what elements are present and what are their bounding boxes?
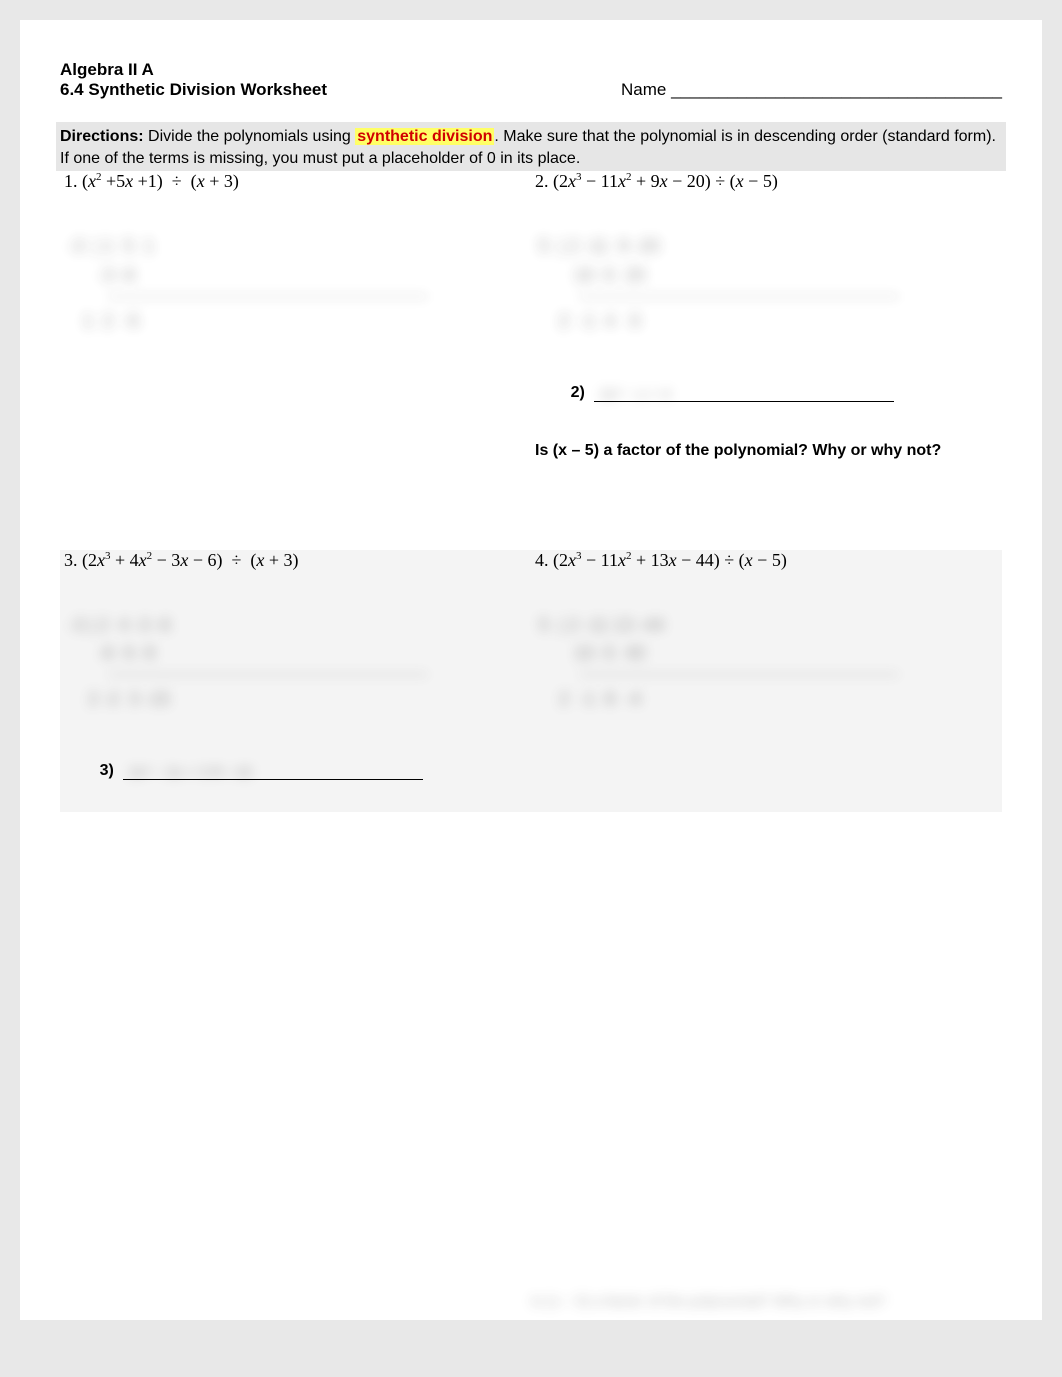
problem-3-cell: 3. (2x3 + 4x2 − 3x − 6) ÷ (x + 3) -3 | 2…: [60, 550, 531, 812]
directions-highlight: synthetic division: [355, 128, 494, 145]
answer-3-blank[interactable]: 2x² − 2x + 3 R −15: [123, 765, 423, 780]
directions-block: Directions: Divide the polynomials using…: [56, 122, 1006, 171]
problem-2-cell: 2. (2x3 − 11x2 + 9x − 20) ÷ (x − 5) 5 | …: [531, 171, 1002, 479]
problem-4: 4. (2x3 − 11x2 + 13x − 44) ÷ (x − 5): [535, 550, 787, 570]
problem-3-work-blurred: -3 | 2 4 -3 -6 -6 6 -9 2 -2 3 -15: [68, 611, 527, 714]
problem-1-work-blurred: -3 | 1 5 1 -3 -6 1 2 -5: [68, 232, 527, 335]
problem-4-num: 4.: [535, 550, 549, 570]
problem-1-cell: 1. (x2 +5x +1) ÷ (x + 3) -3 | 1 5 1 -3 -…: [60, 171, 531, 479]
problem-3-num: 3.: [64, 550, 78, 570]
problem-1-num: 1.: [64, 171, 78, 191]
worksheet-page: Algebra II A 6.4 Synthetic Division Work…: [20, 20, 1042, 1320]
answer-2-blank[interactable]: 2x² − x + 4: [594, 387, 894, 402]
page-title: 6.4 Synthetic Division Worksheet: [60, 80, 327, 100]
answer-3-label: 3): [100, 762, 114, 779]
answer-2-line: 2) 2x² − x + 4: [535, 366, 998, 420]
directions-lead: Directions:: [60, 128, 144, 145]
directions-text-1: Divide the polynomials using: [144, 128, 356, 145]
problem-2: 2. (2x3 − 11x2 + 9x − 20) ÷ (x − 5): [535, 171, 778, 191]
bottom-blurred-text: Is (x – 5) a factor of the polynomial? W…: [531, 1293, 1031, 1310]
answer-2-label: 2): [571, 384, 585, 401]
factor-question-2: Is (x – 5) a factor of the polynomial? W…: [535, 442, 998, 460]
name-field-label: Name ___________________________________: [621, 80, 1002, 100]
course-name: Algebra II A: [60, 60, 1002, 80]
answer-3-line: 3) 2x² − 2x + 3 R −15: [64, 744, 527, 798]
problem-4-cell: 4. (2x3 − 11x2 + 13x − 44) ÷ (x − 5) 5 |…: [531, 550, 1002, 812]
problem-4-work-blurred: 5 | 2 -11 13 -44 10 -5 40 2 -1 8 -4: [539, 611, 998, 714]
problem-2-num: 2.: [535, 171, 549, 191]
problem-2-work-blurred: 5 | 2 -11 9 -20 10 -5 20 2 -1 4 0: [539, 232, 998, 335]
problem-3: 3. (2x3 + 4x2 − 3x − 6) ÷ (x + 3): [64, 550, 299, 570]
course-header: Algebra II A 6.4 Synthetic Division Work…: [60, 60, 1002, 100]
problem-1: 1. (x2 +5x +1) ÷ (x + 3): [64, 171, 239, 191]
